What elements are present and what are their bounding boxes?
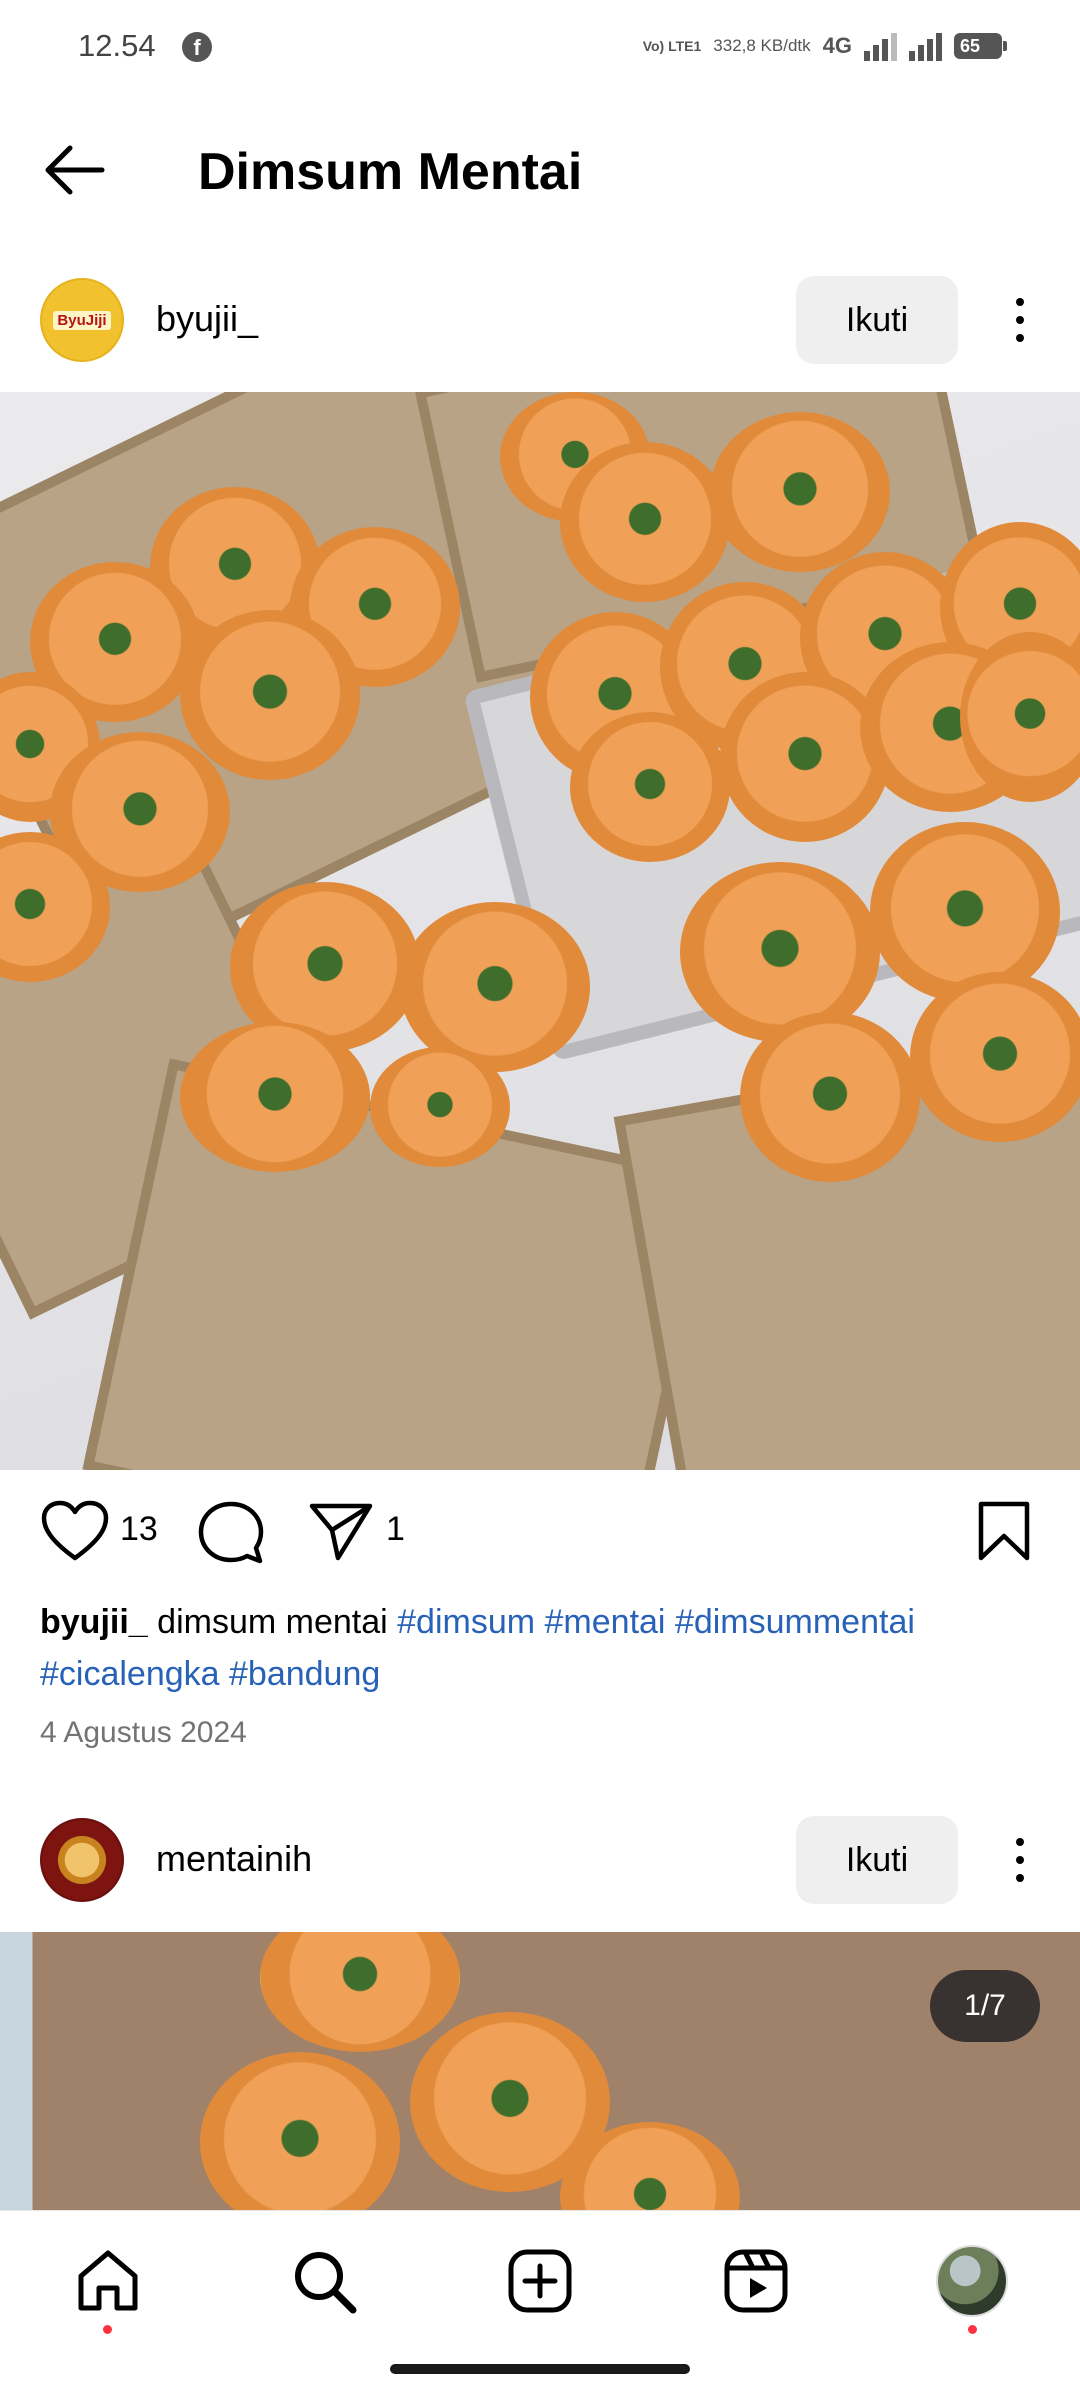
battery-icon: 65	[954, 33, 1007, 59]
caption-text: dimsum mentai	[157, 1603, 388, 1641]
hashtag-link[interactable]: #dimsummentai	[675, 1603, 915, 1641]
like-count[interactable]: 13	[120, 1510, 158, 1549]
notification-dot	[968, 2325, 977, 2334]
signal-icon	[864, 31, 897, 61]
post-image[interactable]	[0, 392, 1080, 1470]
top-bar: Dimsum Mentai	[0, 96, 1080, 246]
more-vertical-icon[interactable]	[1000, 1824, 1040, 1896]
facebook-notification-icon: f	[182, 32, 212, 62]
share-count[interactable]: 1	[386, 1510, 405, 1549]
reels-icon[interactable]	[716, 2241, 796, 2321]
avatar[interactable]	[40, 1818, 124, 1902]
follow-button[interactable]: Ikuti	[796, 1816, 958, 1904]
network-type: 4G	[822, 33, 852, 58]
arrow-left-icon[interactable]	[40, 140, 110, 200]
post-username[interactable]: byujii_	[156, 298, 258, 340]
post-header: mentainih Ikuti	[0, 1796, 1080, 1926]
hashtag-link[interactable]: #cicalengka	[40, 1655, 220, 1693]
avatar[interactable]: ByuJiji	[40, 278, 124, 362]
status-bar: 12.54 f Vo) LTE1 332,8 KB/dtk 4G 65	[0, 0, 1080, 96]
status-time: 12.54	[78, 28, 156, 63]
post-actions: 13 1	[0, 1470, 1080, 1594]
home-icon[interactable]	[68, 2241, 148, 2321]
home-indicator[interactable]	[390, 2364, 690, 2374]
more-vertical-icon[interactable]	[1000, 284, 1040, 356]
add-post-icon[interactable]	[500, 2241, 580, 2321]
network-speed: 332,8 KB/dtk	[713, 36, 811, 55]
image-counter: 1/7	[930, 1970, 1040, 2042]
follow-button[interactable]: Ikuti	[796, 276, 958, 364]
post-date: 4 Agustus 2024	[40, 1716, 247, 1749]
page-title: Dimsum Mentai	[198, 143, 583, 201]
comment-icon[interactable]	[198, 1500, 264, 1571]
signal-2-icon	[909, 31, 942, 61]
notification-dot	[103, 2325, 112, 2334]
send-icon[interactable]	[308, 1500, 374, 1567]
hashtag-link[interactable]: #mentai	[545, 1603, 666, 1641]
volte-indicator: Vo) LTE1	[642, 37, 702, 54]
caption-username[interactable]: byujii_	[40, 1603, 148, 1641]
profile-avatar[interactable]	[932, 2241, 1012, 2321]
post-header: ByuJiji byujii_ Ikuti	[0, 256, 1080, 386]
bookmark-icon[interactable]	[976, 1500, 1032, 1567]
heart-icon[interactable]	[40, 1500, 110, 1567]
status-icons: Vo) LTE1 332,8 KB/dtk 4G 65	[642, 24, 1007, 68]
hashtag-link[interactable]: #bandung	[229, 1655, 380, 1693]
hashtag-link[interactable]: #dimsum	[397, 1603, 535, 1641]
post-caption: byujii_ dimsum mentai #dimsum #mentai #d…	[40, 1596, 1040, 1700]
post-username[interactable]: mentainih	[156, 1838, 312, 1880]
post-image[interactable]: 1/7	[0, 1932, 1080, 2210]
search-icon[interactable]	[284, 2241, 364, 2321]
